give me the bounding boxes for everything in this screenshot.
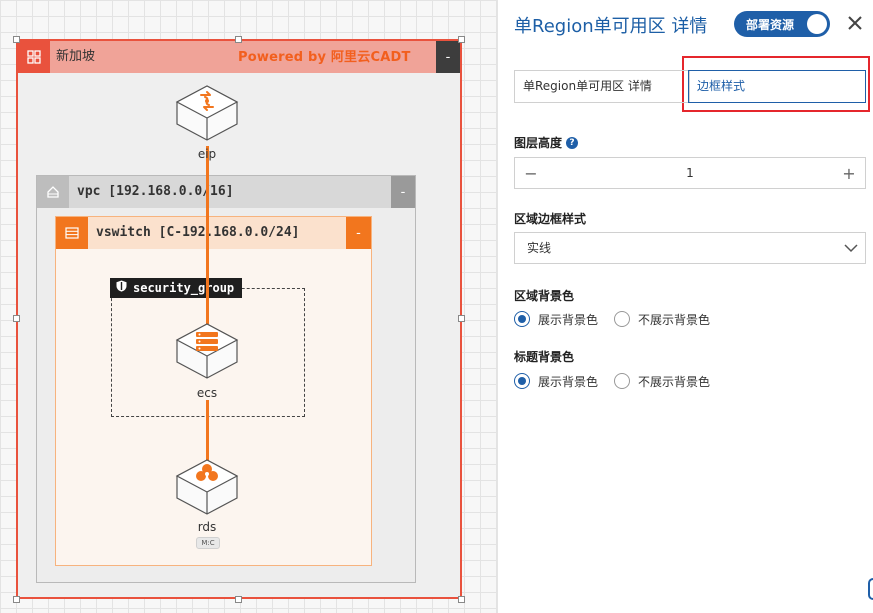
region-title: 新加坡 <box>56 49 96 64</box>
security-group-title: security_group <box>133 281 235 295</box>
connector-eip-ecs <box>206 146 209 324</box>
ecs-label: ecs <box>196 386 218 400</box>
eip-label: eip <box>197 147 217 161</box>
vpc-header[interactable]: vpc [192.168.0.0/16] - <box>37 176 415 208</box>
resize-handle-s[interactable] <box>235 596 242 603</box>
vswitch-header[interactable]: vswitch [C-192.168.0.0/24] - <box>56 217 371 249</box>
border-style-select[interactable]: 实线 <box>514 232 866 264</box>
layer-height-text: 图层高度 <box>514 136 563 150</box>
deploy-toggle-label: 部署资源 <box>746 17 795 32</box>
resize-handle-ne[interactable] <box>458 36 465 43</box>
title-background-label: 标题背景色 <box>514 350 575 364</box>
border-style-value: 实线 <box>527 241 552 255</box>
title-background-radio-group: 展示背景色 不展示背景色 <box>514 372 726 390</box>
security-group-label[interactable]: security_group <box>110 278 243 298</box>
area-bg-show-label: 展示背景色 <box>538 312 599 327</box>
stepper-minus-button[interactable]: − <box>515 158 547 188</box>
shield-icon <box>116 278 127 298</box>
resize-handle-sw[interactable] <box>13 596 20 603</box>
area-background-label: 区域背景色 <box>514 289 575 303</box>
radio-unchecked[interactable] <box>614 373 631 389</box>
area-background-radio-group: 展示背景色 不展示背景色 <box>514 310 726 328</box>
region-grid-icon <box>18 41 50 73</box>
tab-border-style[interactable]: 边框样式 <box>688 70 866 103</box>
deploy-resources-toggle[interactable]: 部署资源 <box>734 11 830 37</box>
rds-node[interactable] <box>175 458 239 518</box>
resize-handle-se[interactable] <box>458 596 465 603</box>
vswitch-collapse-button[interactable]: - <box>346 217 371 249</box>
title-bg-hide-option[interactable]: 不展示背景色 <box>614 373 710 390</box>
region-header[interactable]: 新加坡 Powered by 阿里云CADT - <box>18 41 460 73</box>
eip-node[interactable] <box>175 84 239 144</box>
close-button[interactable] <box>842 10 868 36</box>
diagram-canvas[interactable]: 新加坡 Powered by 阿里云CADT - vpc [192.168.0.… <box>0 0 498 613</box>
layer-height-stepper[interactable]: − 1 + <box>514 157 866 189</box>
rds-database-icon <box>175 459 239 515</box>
resize-handle-e[interactable] <box>458 315 465 322</box>
border-style-label: 区域边框样式 <box>514 212 587 226</box>
help-icon[interactable]: ? <box>566 136 579 149</box>
close-icon <box>848 16 862 30</box>
toggle-knob <box>807 14 827 34</box>
rds-label: rds <box>197 520 217 534</box>
resize-handle-w[interactable] <box>13 315 20 322</box>
title-bg-hide-label: 不展示背景色 <box>638 374 711 389</box>
vswitch-list-icon <box>56 217 88 249</box>
powered-by-watermark: Powered by 阿里云CADT <box>238 50 411 65</box>
ecs-node[interactable] <box>175 322 239 382</box>
ecs-server-icon <box>175 323 239 379</box>
vpc-title: vpc [192.168.0.0/16] <box>77 184 234 199</box>
chevron-down-icon <box>844 244 858 253</box>
radio-unchecked[interactable] <box>614 311 631 327</box>
tab-detail[interactable]: 单Region单可用区 详情 <box>514 70 690 103</box>
stepper-plus-button[interactable]: + <box>833 158 865 188</box>
vpc-cloud-icon <box>37 176 69 208</box>
title-bg-show-option[interactable]: 展示背景色 <box>514 373 598 390</box>
eip-icon <box>175 85 239 141</box>
vswitch-title: vswitch [C-192.168.0.0/24] <box>96 225 300 240</box>
area-bg-hide-option[interactable]: 不展示背景色 <box>614 311 710 328</box>
stepper-value[interactable]: 1 <box>547 158 833 188</box>
detail-panel: 单Region单可用区 详情 部署资源 单Region单可用区 详情 边框样式 … <box>498 0 873 613</box>
title-bg-show-label: 展示背景色 <box>538 374 599 389</box>
layer-height-label: 图层高度 ? <box>514 134 579 151</box>
radio-checked[interactable] <box>514 373 530 389</box>
resize-handle-n[interactable] <box>235 36 242 43</box>
vpc-collapse-button[interactable]: - <box>391 176 415 208</box>
panel-title: 单Region单可用区 详情 <box>514 16 708 37</box>
rds-badge: M:C <box>196 537 220 549</box>
radio-checked[interactable] <box>514 311 530 327</box>
side-handle[interactable] <box>868 578 873 600</box>
connector-ecs-rds <box>206 400 209 462</box>
area-bg-show-option[interactable]: 展示背景色 <box>514 311 598 328</box>
region-collapse-button[interactable]: - <box>436 41 460 73</box>
resize-handle-nw[interactable] <box>13 36 20 43</box>
area-bg-hide-label: 不展示背景色 <box>638 312 711 327</box>
